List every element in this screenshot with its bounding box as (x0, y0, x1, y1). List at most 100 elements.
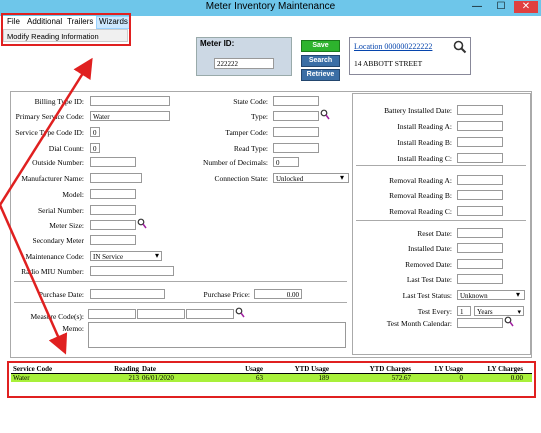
primary-service-code-label: Primary Service Code: (15, 112, 84, 121)
annotation-box-menu (1, 13, 131, 46)
tamper-code-label: Tamper Code: (225, 128, 268, 137)
separator (356, 220, 526, 221)
meter-size-label: Meter Size: (49, 221, 84, 230)
separator (14, 281, 347, 282)
type-lookup-icon[interactable] (320, 109, 330, 121)
measure-code-input-2[interactable] (137, 309, 185, 319)
last-test-date-input[interactable] (457, 274, 503, 284)
measure-code-input-3[interactable] (186, 309, 234, 319)
memo-label: Memo: (62, 324, 84, 333)
state-code-label: State Code: (233, 97, 268, 106)
measure-codes-label: Measure Code(s): (30, 312, 84, 321)
last-test-status-label: Last Test Status: (402, 291, 452, 300)
battery-installed-date-input[interactable] (457, 105, 503, 115)
read-type-label: Read Type: (233, 144, 268, 153)
install-reading-a-input[interactable] (457, 121, 503, 131)
separator (14, 302, 347, 303)
service-type-code-id-label: Service Type Code ID: (15, 128, 84, 137)
install-reading-b-input[interactable] (457, 137, 503, 147)
connection-state-input[interactable]: Unlocked (273, 173, 349, 183)
test-every-label: Test Every: (417, 307, 452, 316)
radio-miu-number-label: Radio MIU Number: (21, 267, 84, 276)
meter-id-input[interactable]: 222222 (214, 58, 274, 69)
dial-count-input[interactable]: 0 (90, 143, 100, 153)
battery-installed-date-label: Battery Installed Date: (384, 106, 452, 115)
model-label: Model: (62, 190, 84, 199)
search-button[interactable]: Search (301, 55, 340, 67)
serial-number-input[interactable] (90, 205, 136, 215)
install-reading-b-label: Install Reading B: (397, 138, 452, 147)
purchase-date-input[interactable] (90, 289, 165, 299)
secondary-meter-input[interactable] (90, 235, 136, 245)
memo-textarea[interactable] (88, 322, 346, 348)
outside-number-input[interactable] (90, 157, 136, 167)
connection-state-label: Connection State: (214, 174, 268, 183)
measure-code-input-1[interactable] (88, 309, 136, 319)
removed-date-input[interactable] (457, 259, 503, 269)
type-input[interactable] (273, 111, 319, 121)
purchase-date-label: Purchase Date: (38, 290, 84, 299)
install-reading-a-label: Install Reading A: (397, 122, 452, 131)
primary-service-code-input[interactable]: Water (90, 111, 170, 121)
billing-type-id-input[interactable] (90, 96, 170, 106)
type-label: Type: (251, 112, 268, 121)
number-of-decimals-input[interactable]: 0 (273, 157, 299, 167)
manufacturer-name-label: Manufacturer Name: (21, 174, 84, 183)
reset-date-label: Reset Date: (417, 229, 452, 238)
separator (356, 165, 526, 166)
test-every-unit-select[interactable]: Years ▾ (474, 306, 524, 316)
meter-size-input[interactable] (90, 220, 136, 230)
state-code-input[interactable] (273, 96, 319, 106)
save-button[interactable]: Save (301, 40, 340, 52)
tamper-code-input[interactable] (273, 127, 319, 137)
purchase-price-label: Purchase Price: (203, 290, 250, 299)
reset-date-input[interactable] (457, 228, 503, 238)
location-link[interactable]: Location 000000222222 (354, 42, 432, 51)
removal-reading-b-label: Removal Reading B: (389, 191, 452, 200)
service-type-code-id-input[interactable]: 0 (90, 127, 100, 137)
minimize-button[interactable]: — (466, 1, 488, 13)
removal-reading-b-input[interactable] (457, 190, 503, 200)
maintenance-code-label: Maintenance Code: (25, 252, 84, 261)
location-address: 14 ABBOTT STREET (354, 59, 423, 68)
serial-number-label: Serial Number: (37, 206, 84, 215)
install-reading-c-label: Install Reading C: (397, 154, 452, 163)
outside-number-label: Outside Number: (32, 158, 84, 167)
chevron-down-icon: ▾ (517, 308, 521, 316)
calendar-lookup-icon[interactable] (504, 316, 514, 328)
read-type-input[interactable] (273, 143, 319, 153)
lookup-icon[interactable] (235, 307, 245, 319)
window-title: Meter Inventory Maintenance (205, 1, 336, 12)
removed-date-label: Removed Date: (405, 260, 452, 269)
chevron-down-icon: ▾ (516, 290, 521, 299)
billing-type-id-label: Billing Type ID: (34, 97, 84, 106)
annotation-box-grid (7, 361, 536, 398)
meter-size-lookup-icon[interactable] (137, 218, 147, 230)
test-every-unit-value: Years (477, 308, 493, 316)
installed-date-input[interactable] (457, 243, 503, 253)
number-of-decimals-label: Number of Decimals: (203, 158, 268, 167)
test-month-calendar-label: Test Month Calendar: (386, 319, 452, 328)
model-input[interactable] (90, 189, 136, 199)
maintenance-code-input[interactable]: IN Service (90, 251, 162, 261)
removal-reading-c-input[interactable] (457, 206, 503, 216)
chevron-down-icon: ▾ (155, 251, 160, 260)
installed-date-label: Installed Date: (408, 244, 452, 253)
removal-reading-a-input[interactable] (457, 175, 503, 185)
purchase-price-input[interactable]: 0.00 (254, 289, 302, 299)
removal-reading-a-label: Removal Reading A: (389, 176, 452, 185)
last-test-status-input[interactable]: Unknown (457, 290, 525, 300)
retrieve-button[interactable]: Retrieve (301, 69, 340, 81)
radio-miu-number-input[interactable] (90, 266, 174, 276)
manufacturer-name-input[interactable] (90, 173, 142, 183)
close-button[interactable]: ✕ (514, 1, 538, 13)
install-reading-c-input[interactable] (457, 153, 503, 163)
last-test-date-label: Last Test Date: (406, 275, 452, 284)
test-every-input[interactable]: 1 (457, 306, 471, 316)
secondary-meter-label: Secondary Meter (32, 236, 84, 245)
maximize-button[interactable]: ☐ (490, 1, 512, 13)
test-month-calendar-input[interactable] (457, 318, 503, 328)
chevron-down-icon: ▾ (340, 173, 345, 182)
magnifier-icon[interactable] (453, 40, 467, 54)
dial-count-label: Dial Count: (48, 144, 84, 153)
